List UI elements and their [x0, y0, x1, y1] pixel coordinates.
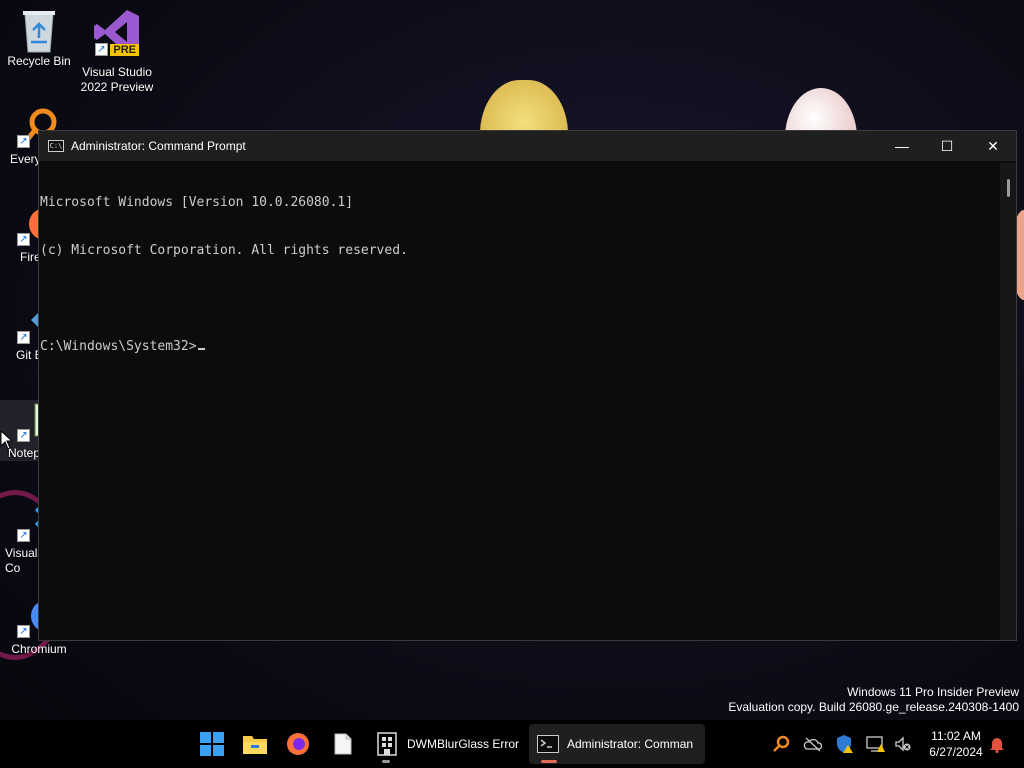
taskbar-dwmblurglass[interactable]: DWMBlurGlass Error: [369, 724, 523, 764]
text-cursor: [197, 348, 205, 350]
console-prompt: C:\Windows\System32>: [40, 339, 197, 354]
desktop-icon-label: Recycle Bin: [7, 54, 71, 68]
taskbar-item-label: DWMBlurGlass Error: [407, 737, 520, 751]
everything-search-tray-icon[interactable]: [771, 734, 791, 754]
active-indicator: [541, 760, 557, 763]
desktop-icon-recycle-bin[interactable]: Recycle Bin: [0, 8, 78, 69]
security-warning-icon[interactable]: [835, 734, 855, 754]
firefox-icon: [287, 733, 309, 755]
desktop-icon-label: Chromium: [11, 642, 67, 656]
start-button[interactable]: [194, 724, 230, 764]
maximize-button[interactable]: ☐: [924, 131, 970, 161]
watermark-line: Windows 11 Pro Insider Preview: [847, 685, 1019, 699]
shortcut-arrow-icon: ↗: [17, 625, 30, 638]
window-titlebar[interactable]: C:\ Administrator: Command Prompt: [39, 131, 1016, 161]
taskbar-command-prompt[interactable]: Administrator: Comman: [529, 724, 705, 764]
notification-bell-icon[interactable]: [987, 734, 1007, 754]
terminal-icon: [537, 735, 559, 753]
shortcut-arrow-icon: ↗: [95, 43, 108, 56]
close-button[interactable]: ✕: [970, 131, 1016, 161]
shortcut-arrow-icon: ↗: [17, 429, 30, 442]
console-output[interactable]: Microsoft Windows [Version 10.0.26080.1]…: [39, 163, 1000, 640]
taskbar: DWMBlurGlass Error Administrator: Comman…: [0, 720, 1024, 768]
folder-icon: [243, 736, 267, 754]
desktop-icon-visual-studio[interactable]: PRE ↗ Visual Studio 2022 Preview: [78, 8, 156, 95]
shortcut-arrow-icon: ↗: [17, 135, 30, 148]
console-prompt-line: C:\Windows\System32>: [40, 339, 1000, 355]
shortcut-arrow-icon: ↗: [17, 331, 30, 344]
evaluation-watermark: Windows 11 Pro Insider Preview Evaluatio…: [728, 685, 1019, 715]
taskbar-firefox[interactable]: [280, 724, 316, 764]
taskbar-file[interactable]: [325, 724, 361, 764]
clock-date: 6/27/2024: [929, 745, 983, 759]
command-prompt-window[interactable]: C:\ Administrator: Command Prompt — ☐ ✕ …: [38, 130, 1017, 641]
dwm-icon: [377, 732, 397, 756]
visual-studio-icon: PRE ↗: [93, 8, 141, 56]
network-warning-icon[interactable]: [866, 734, 886, 754]
minimize-button[interactable]: —: [879, 131, 925, 161]
scrollbar-thumb[interactable]: [1007, 179, 1010, 197]
file-icon: [334, 733, 352, 755]
vertical-scrollbar[interactable]: [1000, 163, 1016, 640]
cmd-app-icon: C:\: [48, 140, 64, 152]
volume-muted-icon[interactable]: [893, 734, 913, 754]
desktop-icon-label: Visual Studio 2022 Preview: [80, 65, 154, 94]
preview-badge: PRE: [110, 44, 139, 56]
shortcut-arrow-icon: ↗: [17, 529, 30, 542]
console-line: Microsoft Windows [Version 10.0.26080.1]: [40, 195, 354, 210]
recycle-bin-icon: [19, 8, 59, 53]
console-line: (c) Microsoft Corporation. All rights re…: [40, 243, 408, 258]
shortcut-arrow-icon: ↗: [17, 233, 30, 246]
clock-time: 11:02 AM: [931, 729, 981, 743]
running-indicator: [382, 760, 390, 763]
watermark-line: Evaluation copy. Build 26080.ge_release.…: [728, 700, 1019, 714]
mouse-pointer-icon: [0, 429, 14, 455]
onedrive-offline-icon[interactable]: [803, 734, 823, 754]
taskbar-file-explorer[interactable]: [237, 724, 273, 764]
window-title: Administrator: Command Prompt: [71, 139, 246, 153]
windows-logo-icon: [200, 732, 224, 756]
taskbar-item-label: Administrator: Comman: [567, 737, 694, 751]
system-clock[interactable]: 11:02 AM 6/27/2024: [916, 728, 996, 760]
